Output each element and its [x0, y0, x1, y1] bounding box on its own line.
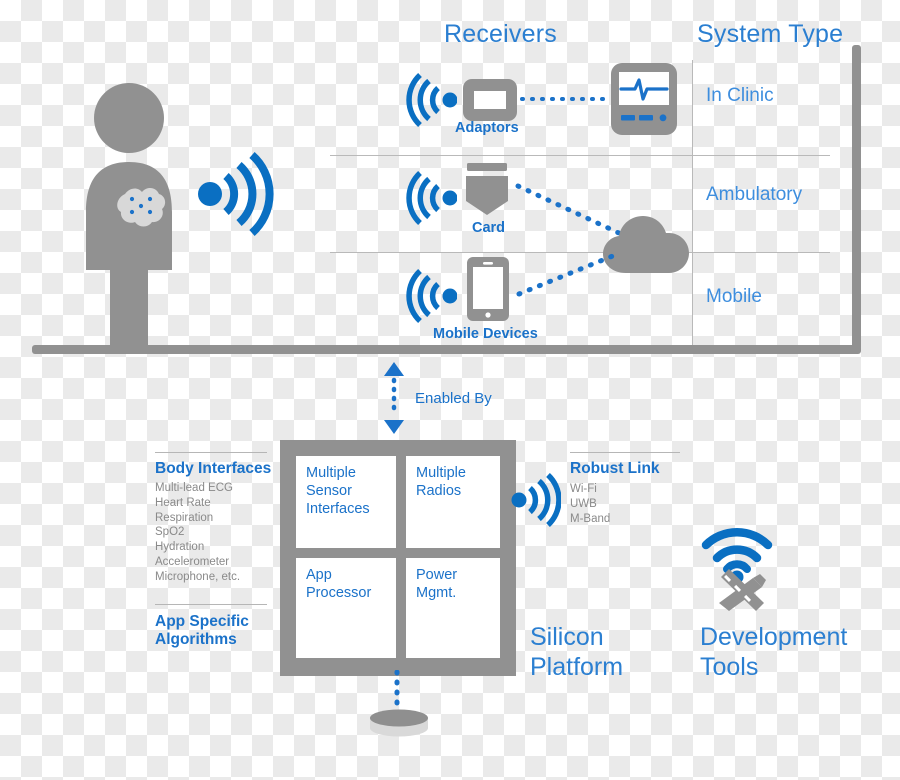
patient-monitor-icon [611, 63, 677, 135]
app-specific-algorithms-title: App Specific Algorithms [155, 613, 249, 649]
quadrant-label: Power Mgmt. [416, 567, 458, 601]
robust-link-list: Wi-Fi UWB M-Band [570, 482, 610, 526]
list-item: Accelerometer [155, 555, 230, 568]
dev-tools-line1: Development [700, 623, 848, 651]
list-item: Microphone, etc. [155, 570, 241, 583]
list-item: Respiration [155, 511, 214, 524]
quadrant-label: Multiple Radios [416, 465, 466, 499]
enabled-by-label: Enabled By [415, 390, 492, 407]
card-icon [466, 163, 508, 215]
list-item: Heart Rate [155, 496, 211, 509]
adaptors-label: Adaptors [455, 120, 519, 136]
receivers-heading: Receivers [444, 20, 557, 48]
app-specific-top-rule [155, 604, 267, 605]
quadrant-power-mgmt[interactable]: Power Mgmt. [406, 558, 500, 658]
smartphone-icon [467, 257, 509, 321]
silicon-platform-caption: Silicon Platform [530, 622, 623, 682]
frame-right-edge [852, 45, 861, 350]
body-interfaces-list: Multi-lead ECG Heart Rate Respiration Sp… [155, 481, 240, 585]
list-item: UWB [570, 497, 597, 510]
system-type-heading: System Type [697, 20, 844, 48]
row-divider-clinic-ambulatory [330, 155, 830, 156]
silicon-platform-block: Multiple Sensor Interfaces Multiple Radi… [280, 440, 516, 676]
wifi-signal-icon-robust-link [511, 473, 561, 527]
quadrant-multiple-sensor-interfaces[interactable]: Multiple Sensor Interfaces [296, 456, 396, 548]
list-item: SpO2 [155, 526, 185, 539]
quadrant-app-processor[interactable]: App Processor [296, 558, 396, 658]
column-divider [692, 60, 693, 348]
system-type-ambulatory: Ambulatory [706, 184, 803, 205]
system-type-in-clinic: In Clinic [706, 85, 774, 106]
silicon-caption-line2: Platform [530, 653, 624, 681]
body-interfaces-top-rule [155, 452, 267, 453]
dev-tools-line2: Tools [700, 653, 759, 681]
coin-cell-battery-icon [370, 709, 428, 737]
mobile-devices-label: Mobile Devices [433, 326, 538, 342]
app-specific-line1: App Specific [155, 613, 249, 630]
quadrant-multiple-radios[interactable]: Multiple Radios [406, 456, 500, 548]
silicon-caption-line1: Silicon [530, 623, 604, 651]
list-item: Multi-lead ECG [155, 482, 233, 494]
list-item: M-Band [570, 512, 611, 525]
enabled-by-arrow [384, 362, 404, 434]
link-mobile-to-cloud [516, 250, 623, 297]
wifi-signal-icon-card [406, 170, 457, 226]
quadrant-label: Multiple Sensor Interfaces [306, 465, 370, 517]
wifi-tools-icon [701, 528, 773, 611]
development-tools-caption: Development Tools [700, 622, 847, 682]
wifi-signal-icon-adaptors [406, 72, 457, 128]
wifi-signal-icon [198, 152, 274, 236]
card-label: Card [472, 220, 506, 236]
adaptor-icon [463, 79, 517, 121]
list-item: Hydration [155, 541, 205, 554]
link-adaptors-to-monitor [520, 97, 606, 101]
quadrant-label: App Processor [306, 567, 372, 601]
diagram-canvas: Receivers System Type Adaptors In Clinic… [0, 0, 900, 780]
wifi-signal-icon-mobile [406, 268, 457, 324]
app-specific-line2: Algorithms [155, 631, 237, 648]
list-item: Wi-Fi [570, 483, 597, 495]
robust-link-top-rule [570, 452, 680, 453]
robust-link-title: Robust Link [570, 460, 660, 477]
body-interfaces-title: Body Interfaces [155, 460, 272, 477]
system-type-mobile: Mobile [706, 286, 762, 307]
